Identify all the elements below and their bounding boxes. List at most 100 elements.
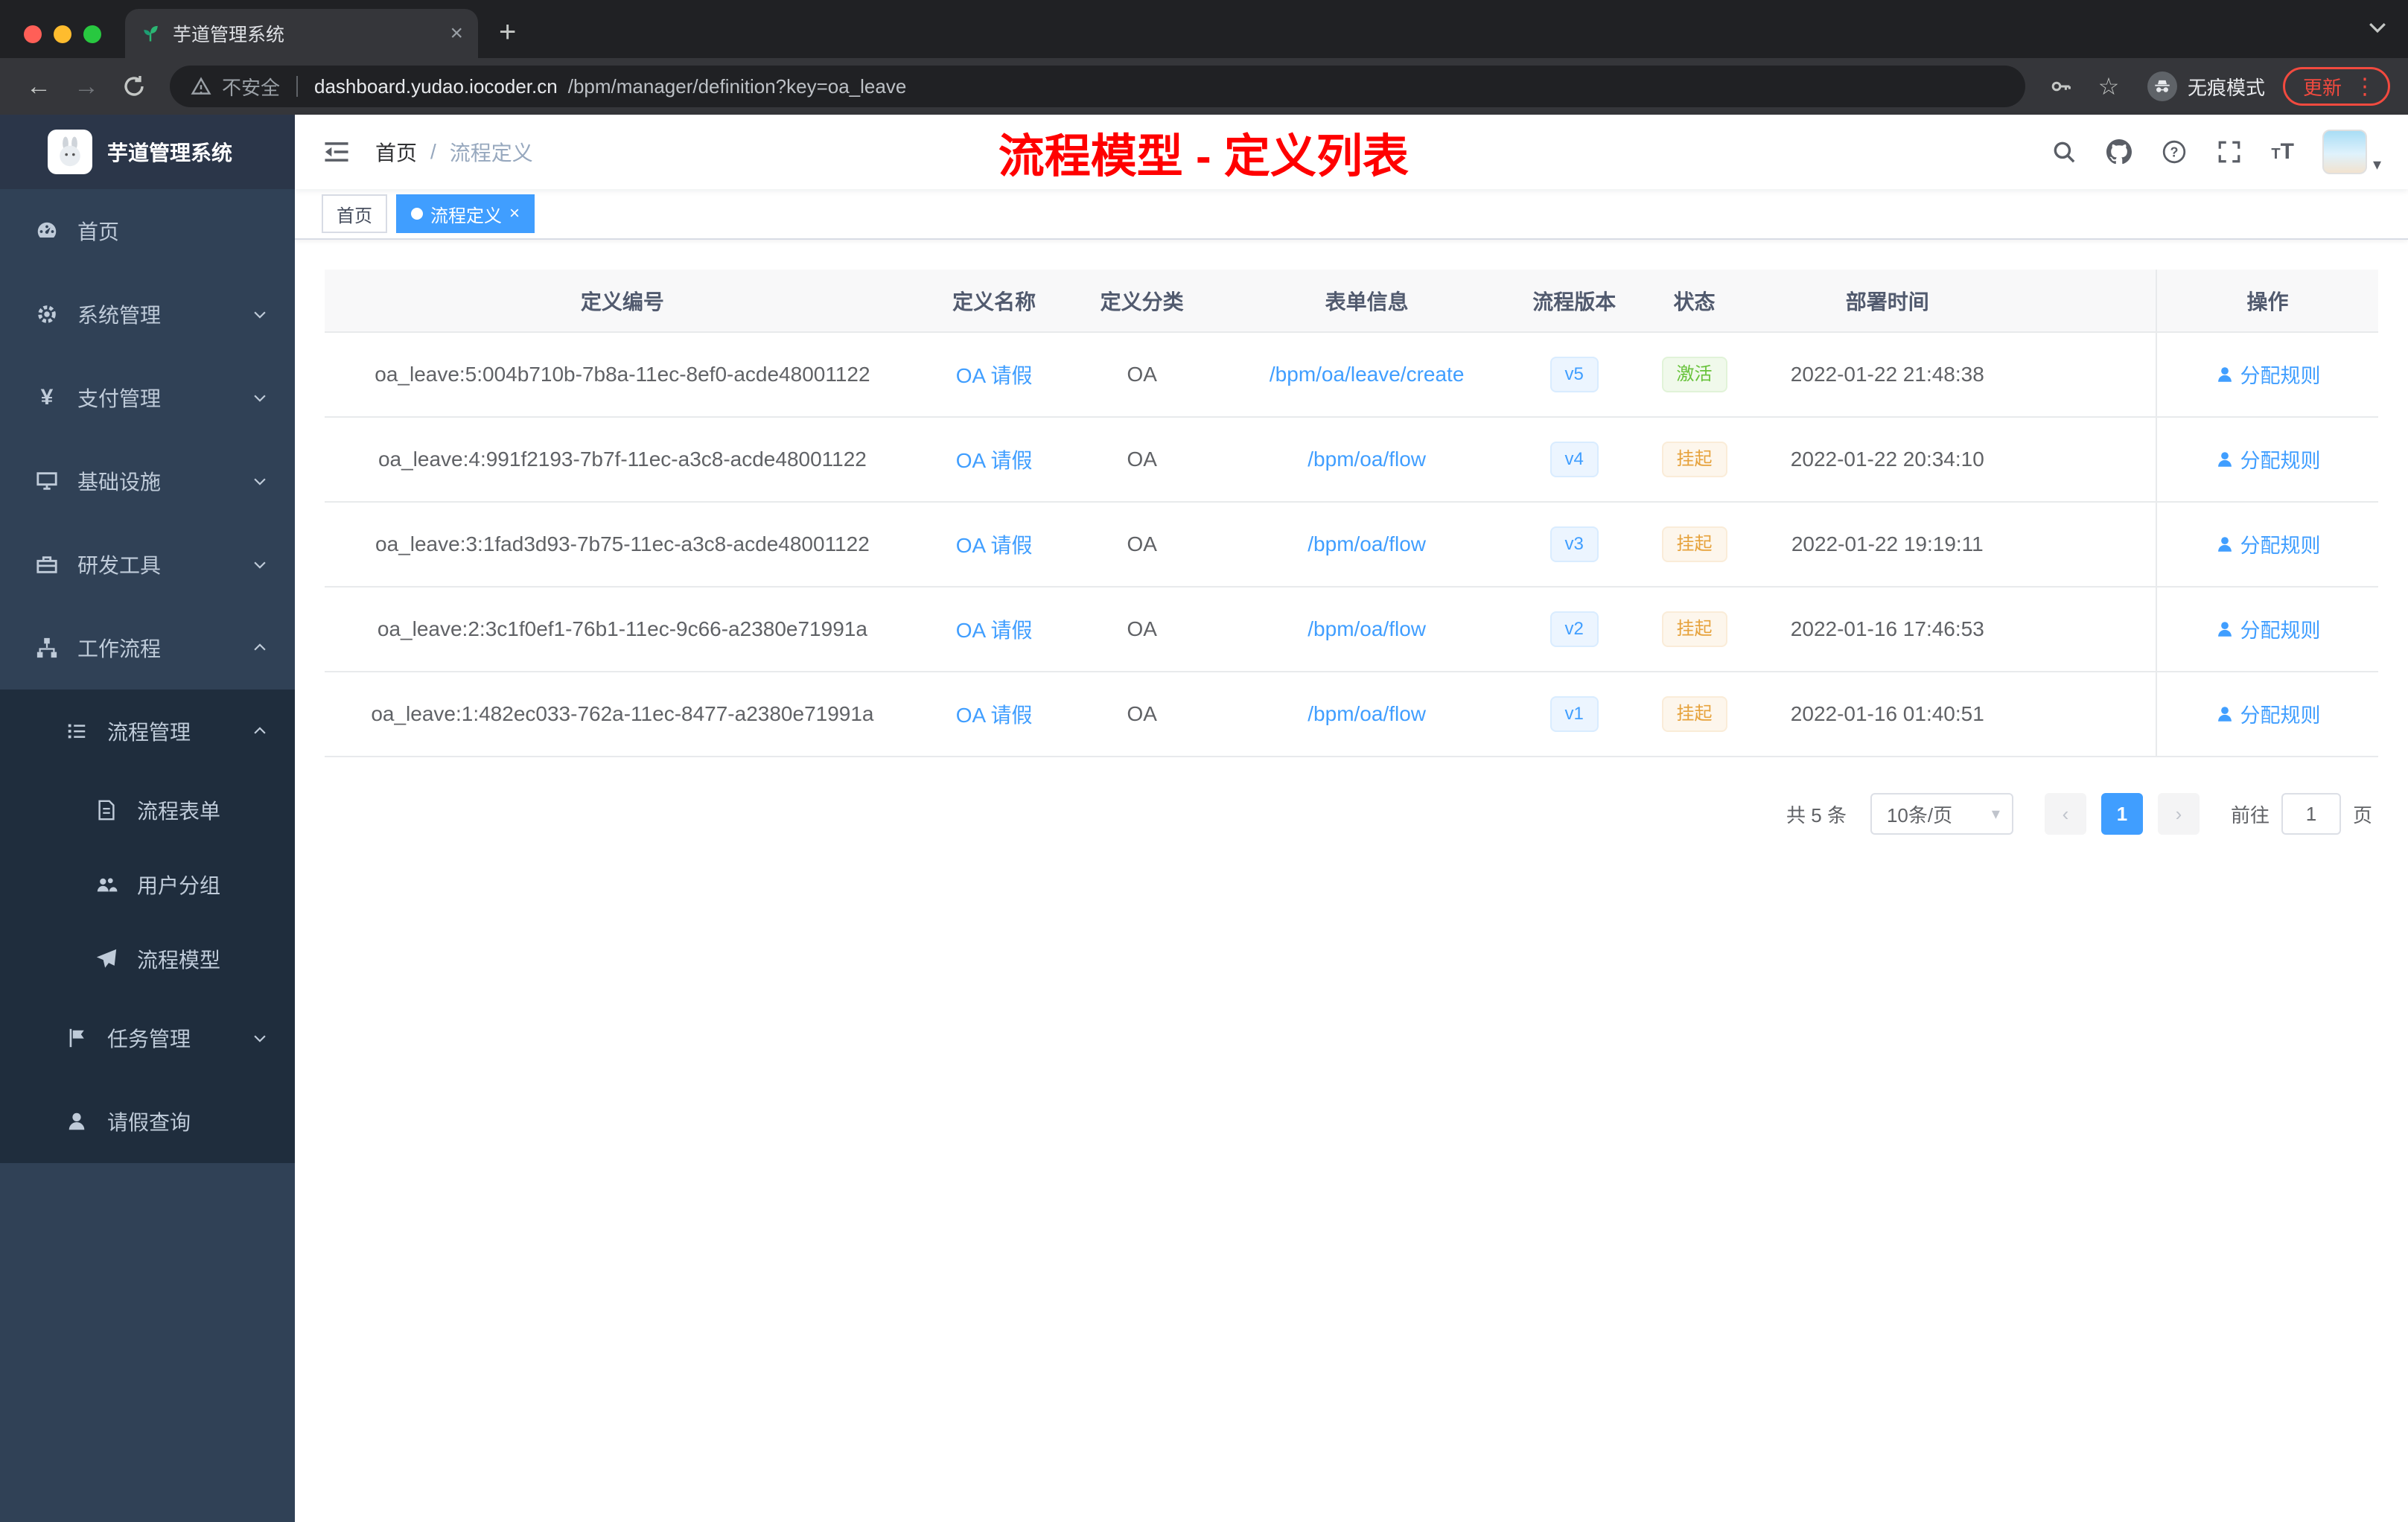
sidebar-item-process-model[interactable]: 流程模型 xyxy=(0,922,295,996)
tab-search-chevron-icon[interactable] xyxy=(2368,18,2387,37)
page-title: 流程模型 - 定义列表 xyxy=(998,131,1409,182)
gear-icon xyxy=(38,305,56,323)
cell-filler xyxy=(2016,587,2157,672)
svg-text:?: ? xyxy=(2170,144,2179,159)
definition-name-link[interactable]: OA 请假 xyxy=(956,704,1033,727)
chevron-down-icon xyxy=(254,1035,266,1042)
cell-definition-name: OA 请假 xyxy=(920,587,1068,672)
sidebar-item-system[interactable]: 系统管理 xyxy=(0,273,295,356)
column-header: 定义分类 xyxy=(1068,270,1216,333)
sidebar-item-payment[interactable]: ¥ 支付管理 xyxy=(0,356,295,439)
update-button[interactable]: 更新 ⋮ xyxy=(2282,67,2390,106)
cell-form: /bpm/oa/flow xyxy=(1215,502,1518,588)
reload-button[interactable] xyxy=(113,66,155,107)
sidebar-item-process-management[interactable]: 流程管理 xyxy=(0,690,295,773)
sidebar-logo[interactable]: 芋道管理系统 xyxy=(0,115,295,189)
active-dot xyxy=(411,208,423,220)
minimize-window-button[interactable] xyxy=(54,25,71,43)
column-header: 表单信息 xyxy=(1215,270,1518,333)
definition-name-link[interactable]: OA 请假 xyxy=(956,449,1033,472)
form-link[interactable]: /bpm/oa/flow xyxy=(1307,448,1426,471)
close-tab-icon[interactable]: × xyxy=(450,22,463,45)
table-row: oa_leave:3:1fad3d93-7b75-11ec-a3c8-acde4… xyxy=(325,502,2378,588)
prev-page-button[interactable]: ‹ xyxy=(2044,793,2086,835)
tag-label: 流程定义 xyxy=(430,206,502,226)
close-window-button[interactable] xyxy=(24,25,42,43)
tag-process-definition[interactable]: 流程定义 × xyxy=(396,194,535,233)
sidebar-item-user-group[interactable]: 用户分组 xyxy=(0,847,295,922)
cell-category: OA xyxy=(1068,417,1216,503)
sidebar-item-process-form[interactable]: 流程表单 xyxy=(0,773,295,847)
zoom-window-button[interactable] xyxy=(83,25,101,43)
github-icon[interactable] xyxy=(2106,138,2133,165)
fullscreen-icon[interactable] xyxy=(2216,138,2243,165)
assign-rule-link[interactable]: 分配规则 xyxy=(2215,614,2321,643)
next-page-button[interactable]: › xyxy=(2157,793,2200,835)
pagination: 共 5 条 10条/页 ▾ ‹ 1 › 前往 页 xyxy=(325,757,2378,835)
sidebar-item-workflow[interactable]: 工作流程 xyxy=(0,606,295,690)
new-tab-button[interactable]: + xyxy=(478,16,537,58)
help-icon[interactable]: ? xyxy=(2161,138,2188,165)
browser-tab[interactable]: 芋道管理系统 × xyxy=(125,9,478,58)
column-header: 操作 xyxy=(2156,270,2378,333)
address-bar[interactable]: 不安全 dashboard.yudao.iocoder.cn/bpm/manag… xyxy=(170,66,2025,107)
assign-rule-link[interactable]: 分配规则 xyxy=(2215,445,2321,474)
assign-rule-link[interactable]: 分配规则 xyxy=(2215,360,2321,389)
definition-table: 定义编号 定义名称 定义分类 表单信息 流程版本 状态 部署时间 操作 oa_l… xyxy=(325,270,2378,757)
breadcrumb-home[interactable]: 首页 xyxy=(375,137,417,167)
person-icon xyxy=(2217,367,2232,382)
sidebar-item-infrastructure[interactable]: 基础设施 xyxy=(0,439,295,523)
form-link[interactable]: /bpm/oa/flow xyxy=(1307,617,1426,640)
chevron-up-icon xyxy=(254,727,266,734)
cell-version: v3 xyxy=(1517,502,1631,588)
assign-rule-label: 分配规则 xyxy=(2240,450,2321,473)
menu-dots-icon[interactable]: ⋮ xyxy=(2354,74,2376,100)
flag-icon xyxy=(69,1028,84,1048)
bookmark-star-icon[interactable]: ☆ xyxy=(2088,66,2130,107)
cell-form: /bpm/oa/leave/create xyxy=(1215,332,1518,418)
password-key-icon[interactable] xyxy=(2040,66,2082,107)
definition-name-link[interactable]: OA 请假 xyxy=(956,534,1033,557)
tags-view: 首页 流程定义 × xyxy=(295,189,2408,240)
goto-page-input[interactable] xyxy=(2281,793,2341,835)
cell-form: /bpm/oa/flow xyxy=(1215,417,1518,503)
cell-action: 分配规则 xyxy=(2156,672,2378,757)
sidebar-item-devtools[interactable]: 研发工具 xyxy=(0,523,295,606)
user-group-icon xyxy=(97,878,118,892)
close-tag-icon[interactable]: × xyxy=(509,205,520,223)
definition-name-link[interactable]: OA 请假 xyxy=(956,364,1033,387)
column-header: 部署时间 xyxy=(1758,270,2017,333)
sidebar-item-label: 基础设施 xyxy=(77,471,162,494)
cell-definition-name: OA 请假 xyxy=(920,332,1068,418)
sidebar-item-label: 流程模型 xyxy=(137,949,221,972)
sidebar-item-home[interactable]: 首页 xyxy=(0,189,295,273)
forward-button[interactable]: → xyxy=(66,66,107,107)
version-badge: v4 xyxy=(1549,442,1599,477)
back-button[interactable]: ← xyxy=(18,66,60,107)
page-number-button[interactable]: 1 xyxy=(2100,793,2143,835)
sidebar-item-task-management[interactable]: 任务管理 xyxy=(0,996,295,1080)
sidebar-item-label: 首页 xyxy=(77,220,120,243)
window-controls xyxy=(0,25,125,58)
definition-name-link[interactable]: OA 请假 xyxy=(956,619,1033,642)
cell-status: 挂起 xyxy=(1631,672,1759,757)
font-size-icon[interactable]: TT xyxy=(2271,139,2294,165)
page-size-select[interactable]: 10条/页 ▾ xyxy=(1870,793,2013,835)
tag-home[interactable]: 首页 xyxy=(322,194,387,233)
browser-toolbar: ← → 不安全 dashboard.yudao.iocoder.cn/bpm/m… xyxy=(0,58,2408,115)
breadcrumb-current: 流程定义 xyxy=(449,141,533,165)
search-icon[interactable] xyxy=(2051,138,2077,165)
user-avatar[interactable]: ▾ xyxy=(2322,130,2381,174)
sidebar-fold-icon[interactable] xyxy=(322,137,351,167)
form-link[interactable]: /bpm/oa/flow xyxy=(1307,702,1426,725)
form-link[interactable]: /bpm/oa/flow xyxy=(1307,532,1426,555)
warning-icon xyxy=(191,77,211,95)
sidebar-item-leave-query[interactable]: 请假查询 xyxy=(0,1080,295,1163)
caret-down-icon: ▾ xyxy=(1991,804,2000,823)
chevron-down-icon xyxy=(254,395,266,402)
assign-rule-link[interactable]: 分配规则 xyxy=(2215,699,2321,728)
definition-id: oa_leave:2:3c1f0ef1-76b1-11ec-9c66-a2380… xyxy=(377,617,867,640)
form-link[interactable]: /bpm/oa/leave/create xyxy=(1270,363,1465,386)
status-badge: 挂起 xyxy=(1661,442,1727,477)
assign-rule-link[interactable]: 分配规则 xyxy=(2215,529,2321,558)
